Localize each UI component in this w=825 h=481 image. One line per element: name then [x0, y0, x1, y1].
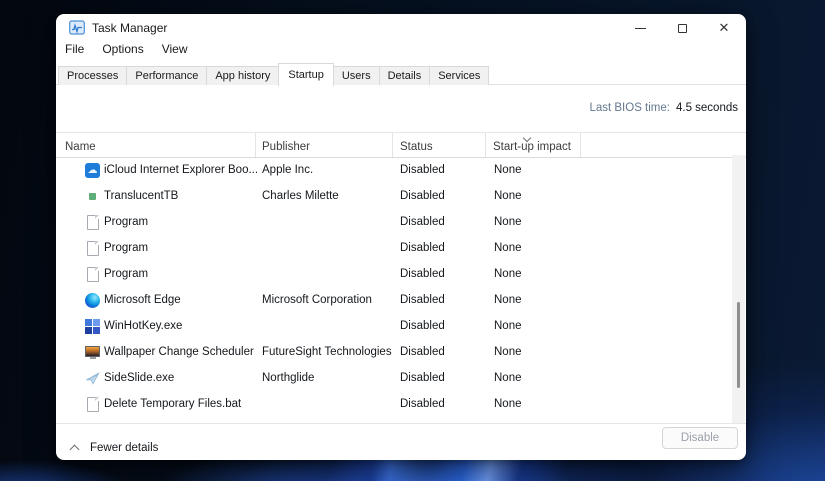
startup-items-list: ☁ iCloud Internet Explorer Boo... Apple …	[56, 158, 732, 418]
monitor-icon	[85, 346, 100, 357]
bios-time-label: Last BIOS time:	[589, 102, 670, 114]
row-status: Disabled	[400, 190, 445, 202]
close-button[interactable]: ✕	[709, 15, 739, 41]
last-bios-time: Last BIOS time: 4.5 seconds	[589, 102, 738, 114]
title-bar[interactable]: Task Manager ✕	[56, 14, 746, 41]
row-name: Program	[104, 268, 148, 280]
row-publisher: FutureSight Technologies	[262, 346, 392, 358]
table-row[interactable]: SideSlide.exe Northglide Disabled None	[56, 366, 732, 392]
row-impact: None	[494, 398, 522, 410]
footer-divider	[56, 423, 746, 424]
column-header-name[interactable]: Name	[65, 141, 96, 153]
row-impact: None	[494, 372, 522, 384]
bios-time-value: 4.5 seconds	[676, 102, 738, 114]
tab-details[interactable]: Details	[379, 66, 431, 85]
row-impact: None	[494, 346, 522, 358]
winhotkey-icon	[85, 319, 100, 334]
row-publisher: Apple Inc.	[262, 164, 313, 176]
paper-plane-icon	[85, 371, 100, 386]
menu-options[interactable]: Options	[102, 42, 143, 60]
document-icon	[87, 397, 99, 412]
row-impact: None	[494, 294, 522, 306]
row-publisher: Microsoft Corporation	[262, 294, 372, 306]
table-row[interactable]: Program Disabled None	[56, 236, 732, 262]
column-header-status[interactable]: Status	[400, 141, 433, 153]
table-row[interactable]: Microsoft Edge Microsoft Corporation Dis…	[56, 288, 732, 314]
column-separator[interactable]	[392, 133, 393, 157]
task-manager-window: Task Manager ✕ File Options View Process…	[56, 14, 746, 460]
minimize-icon	[635, 28, 646, 29]
document-icon	[87, 267, 99, 282]
tab-services[interactable]: Services	[429, 66, 489, 85]
row-name: Program	[104, 216, 148, 228]
table-row[interactable]: Delete Temporary Files.bat Disabled None	[56, 392, 732, 418]
table-row[interactable]: TranslucentTB Charles Milette Disabled N…	[56, 184, 732, 210]
vertical-scrollbar[interactable]	[732, 155, 745, 423]
table-row[interactable]: ☁ iCloud Internet Explorer Boo... Apple …	[56, 158, 732, 184]
icloud-icon: ☁	[85, 163, 100, 178]
column-header-publisher[interactable]: Publisher	[262, 141, 310, 153]
table-row[interactable]: Program Disabled None	[56, 262, 732, 288]
row-impact: None	[494, 164, 522, 176]
row-name: Delete Temporary Files.bat	[104, 398, 241, 410]
row-status: Disabled	[400, 398, 445, 410]
row-name: TranslucentTB	[104, 190, 178, 202]
row-status: Disabled	[400, 320, 445, 332]
column-header-startup-impact[interactable]: Start-up impact	[493, 141, 571, 153]
sort-chevron-down-icon	[524, 135, 531, 142]
row-publisher: Northglide	[262, 372, 314, 384]
row-name: WinHotKey.exe	[104, 320, 182, 332]
disable-button[interactable]: Disable	[662, 427, 738, 449]
row-status: Disabled	[400, 164, 445, 176]
menu-file[interactable]: File	[65, 42, 84, 60]
row-status: Disabled	[400, 346, 445, 358]
row-impact: None	[494, 320, 522, 332]
row-impact: None	[494, 242, 522, 254]
row-name: Program	[104, 242, 148, 254]
tab-startup[interactable]: Startup	[278, 63, 333, 86]
column-separator[interactable]	[255, 133, 256, 157]
menu-bar: File Options View	[65, 42, 188, 60]
table-row[interactable]: Program Disabled None	[56, 210, 732, 236]
maximize-icon	[678, 24, 687, 33]
tab-strip: Processes Performance App history Startu…	[56, 64, 746, 85]
row-name: Microsoft Edge	[104, 294, 181, 306]
maximize-button[interactable]	[667, 15, 697, 41]
column-separator[interactable]	[580, 133, 581, 157]
column-separator[interactable]	[485, 133, 486, 157]
tab-processes[interactable]: Processes	[58, 66, 127, 85]
row-status: Disabled	[400, 216, 445, 228]
edge-icon	[85, 293, 100, 308]
table-row[interactable]: Wallpaper Change Scheduler FutureSight T…	[56, 340, 732, 366]
row-status: Disabled	[400, 372, 445, 384]
minimize-button[interactable]	[625, 15, 655, 41]
header-top-line	[56, 132, 746, 133]
document-icon	[87, 241, 99, 256]
row-name: Wallpaper Change Scheduler	[104, 346, 254, 358]
row-name: iCloud Internet Explorer Boo...	[104, 164, 258, 176]
table-row[interactable]: WinHotKey.exe Disabled None	[56, 314, 732, 340]
row-impact: None	[494, 190, 522, 202]
row-status: Disabled	[400, 268, 445, 280]
window-title: Task Manager	[92, 21, 167, 35]
tab-performance[interactable]: Performance	[126, 66, 207, 85]
menu-view[interactable]: View	[162, 42, 188, 60]
row-status: Disabled	[400, 242, 445, 254]
row-name: SideSlide.exe	[104, 372, 174, 384]
tab-app-history[interactable]: App history	[206, 66, 279, 85]
row-impact: None	[494, 216, 522, 228]
row-publisher: Charles Milette	[262, 190, 339, 202]
tab-users[interactable]: Users	[333, 66, 380, 85]
scrollbar-thumb[interactable]	[737, 302, 740, 388]
fewer-details-toggle[interactable]: Fewer details	[71, 442, 158, 454]
row-status: Disabled	[400, 294, 445, 306]
fewer-details-label: Fewer details	[90, 442, 158, 454]
document-icon	[87, 215, 99, 230]
task-manager-icon	[69, 20, 85, 35]
chevron-up-icon	[71, 446, 79, 454]
row-impact: None	[494, 268, 522, 280]
